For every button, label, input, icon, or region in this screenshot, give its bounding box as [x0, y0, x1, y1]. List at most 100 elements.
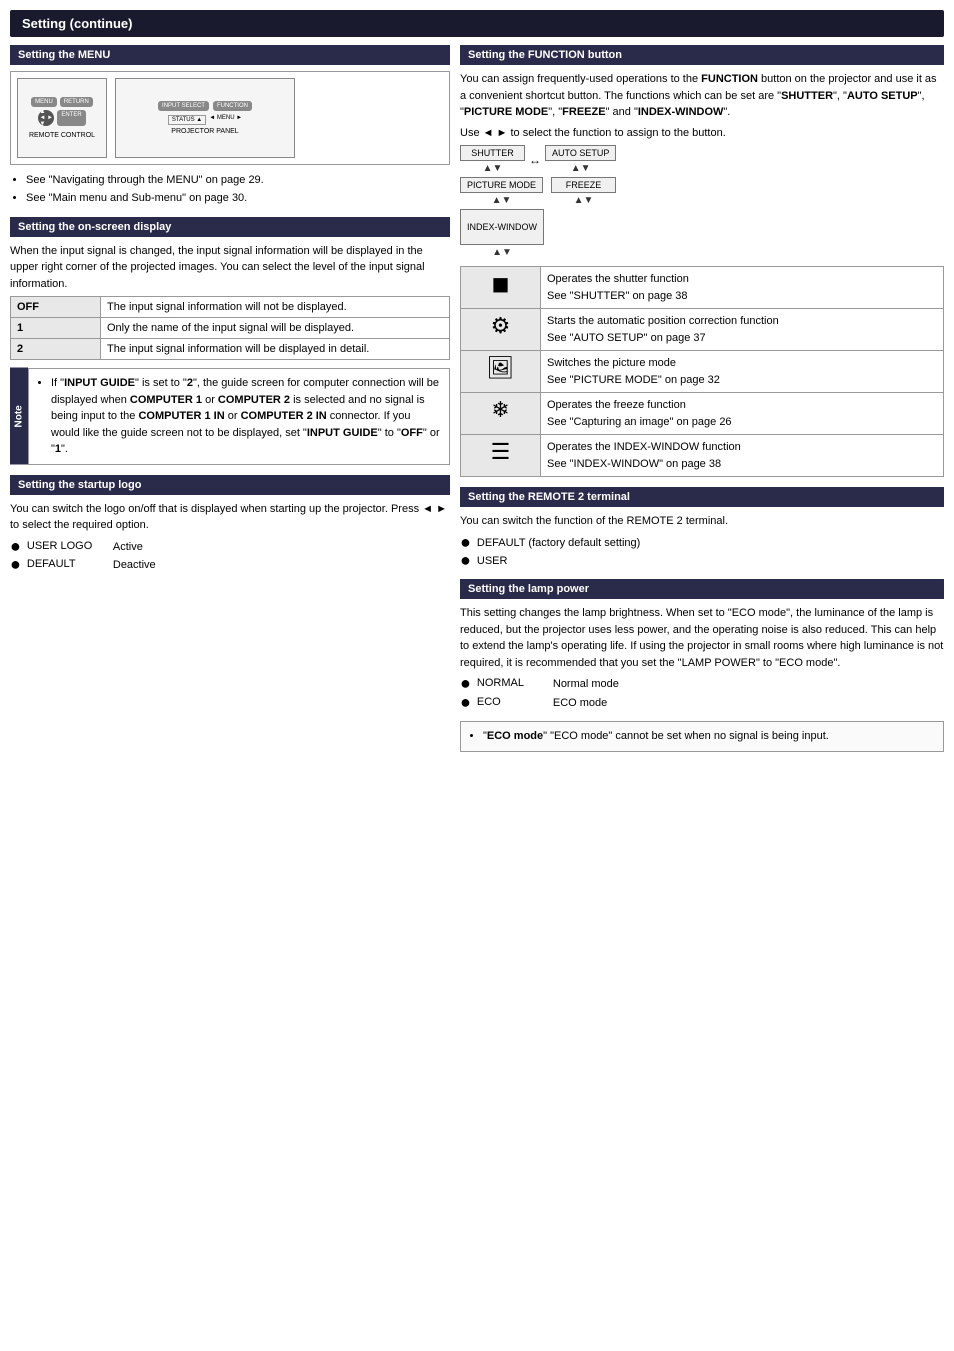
autosetup-icon: ⚙ — [491, 313, 511, 338]
proj-function: FUNCTION — [213, 101, 252, 111]
assign-box-autosetup: AUTO SETUP — [545, 145, 616, 161]
func-row-picturemode: 🖼 Switches the picture mode See "PICTURE… — [461, 351, 944, 393]
menu-bullet-list: See "Navigating through the MENU" on pag… — [26, 173, 450, 207]
menu-bullet-2: See "Main menu and Sub-menu" on page 30. — [26, 191, 450, 206]
bullet-dot-1: ● — [10, 537, 21, 555]
lamp-note-item: "ECO mode" "ECO mode" cannot be set when… — [483, 728, 935, 745]
lamp-body: This setting changes the lamp brightness… — [460, 605, 944, 671]
proj-info: STATUS ▲ — [168, 115, 206, 125]
proj-input-select: INPUT SELECT — [158, 101, 209, 111]
top-bar-title: Setting (continue) — [22, 16, 133, 31]
lamp-note-list: "ECO mode" "ECO mode" cannot be set when… — [483, 728, 935, 745]
remote-image-area: MENU RETURN ▲◄ ►▼ ENTER REMOTE CONTROL I… — [10, 71, 450, 165]
remote2-desc-2: USER — [477, 554, 508, 569]
projector-panel-img: INPUT SELECT FUNCTION STATUS ▲ ◄ MENU ► … — [115, 78, 295, 158]
proj-buttons-top: INPUT SELECT FUNCTION — [158, 101, 252, 111]
lamp-dot-1: ● — [460, 674, 471, 692]
table-row: 2 The input signal information will be d… — [11, 339, 450, 360]
lamp-options: ● NORMAL Normal mode ● ECO ECO mode — [460, 677, 944, 711]
autosetup-desc: Starts the automatic position correction… — [541, 309, 944, 351]
assign-row-2: PICTURE MODE ▲▼ FREEZE ▲▼ — [460, 177, 944, 206]
remote2-section: Setting the REMOTE 2 terminal You can sw… — [460, 487, 944, 569]
func-row-freeze: ❄ Operates the freeze function See "Capt… — [461, 393, 944, 435]
proj-label: PROJECTOR PANEL — [171, 128, 238, 135]
osd-note: Note If "INPUT GUIDE" is set to "2", the… — [10, 368, 450, 465]
lamp-label-2: ECO — [477, 696, 547, 708]
shutter-desc: Operates the shutter function See "SHUTT… — [541, 267, 944, 309]
logo-desc-2: Deactive — [113, 558, 156, 573]
logo-options: ● USER LOGO Active ● DEFAULT Deactive — [10, 540, 450, 574]
logo-desc-1: Active — [113, 540, 143, 555]
freeze-desc: Operates the freeze function See "Captur… — [541, 393, 944, 435]
main-content: Setting the MENU MENU RETURN ▲◄ ►▼ ENTER — [10, 45, 944, 1341]
assign-row-3: INDEX-WINDOW ▲▼ — [460, 209, 944, 258]
lamp-note: "ECO mode" "ECO mode" cannot be set when… — [460, 721, 944, 752]
updown-3: ▲▼ — [492, 195, 512, 206]
picturemode-icon-cell: 🖼 — [461, 351, 541, 393]
remote2-body: You can switch the function of the REMOT… — [460, 513, 944, 530]
logo-label-2: DEFAULT — [27, 558, 107, 570]
page: Setting (continue) Setting the MENU MENU… — [0, 0, 954, 1351]
function-body2: Use ◄ ► to select the function to assign… — [460, 125, 944, 142]
shutter-icon: ◼ — [491, 271, 509, 296]
picturemode-desc: Switches the picture mode See "PICTURE M… — [541, 351, 944, 393]
osd-section-header: Setting the on-screen display — [10, 217, 450, 237]
assign-visual: SHUTTER ▲▼ ↔ AUTO SETUP ▲▼ PICTURE MODE — [460, 145, 944, 258]
lamp-option-1: ● NORMAL Normal mode — [460, 677, 944, 692]
function-section: Setting the FUNCTION button You can assi… — [460, 45, 944, 477]
function-section-header: Setting the FUNCTION button — [460, 45, 944, 65]
menu-bullet-1: See "Navigating through the MENU" on pag… — [26, 173, 450, 188]
lamp-note-box: "ECO mode" "ECO mode" cannot be set when… — [460, 721, 944, 752]
assign-box-shutter: SHUTTER — [460, 145, 525, 161]
logo-section: Setting the startup logo You can switch … — [10, 475, 450, 574]
dpad: ▲◄ ►▼ — [38, 110, 54, 126]
logo-option-2: ● DEFAULT Deactive — [10, 558, 450, 573]
osd-1-desc: Only the name of the input signal will b… — [101, 318, 450, 339]
remote2-dot-1: ● — [460, 533, 471, 551]
osd-2-desc: The input signal information will be dis… — [101, 339, 450, 360]
menu-btn: MENU — [31, 97, 57, 107]
updown-1: ▲▼ — [483, 163, 503, 174]
osd-body: When the input signal is changed, the in… — [10, 243, 450, 293]
remote2-section-header: Setting the REMOTE 2 terminal — [460, 487, 944, 507]
osd-table: OFF The input signal information will no… — [10, 296, 450, 360]
remote-control-img: MENU RETURN ▲◄ ►▼ ENTER REMOTE CONTROL — [17, 78, 107, 158]
remote2-option-1: ● DEFAULT (factory default setting) — [460, 536, 944, 551]
func-row-index: ☰ Operates the INDEX-WINDOW function See… — [461, 435, 944, 477]
remote2-dot-2: ● — [460, 551, 471, 569]
enter-btn: ENTER — [57, 110, 85, 126]
lamp-desc-2: ECO mode — [553, 696, 607, 711]
logo-section-header: Setting the startup logo — [10, 475, 450, 495]
autosetup-icon-cell: ⚙ — [461, 309, 541, 351]
assign-box-index: INDEX-WINDOW — [460, 209, 544, 245]
updown-4: ▲▼ — [574, 195, 594, 206]
index-icon: ☰ — [491, 439, 511, 464]
lamp-section: Setting the lamp power This setting chan… — [460, 579, 944, 751]
osd-2-label: 2 — [11, 339, 101, 360]
menu-section: Setting the MENU MENU RETURN ▲◄ ►▼ ENTER — [10, 45, 450, 207]
assign-box-freeze: FREEZE — [551, 177, 616, 193]
index-desc: Operates the INDEX-WINDOW function See "… — [541, 435, 944, 477]
note-label: Note — [10, 368, 28, 465]
picturemode-icon: 🖼 — [487, 355, 515, 380]
proj-display: STATUS ▲ ◄ MENU ► — [168, 115, 242, 125]
func-row-shutter: ◼ Operates the shutter function See "SHU… — [461, 267, 944, 309]
table-row: OFF The input signal information will no… — [11, 297, 450, 318]
menu-section-header: Setting the MENU — [10, 45, 450, 65]
osd-1-label: 1 — [11, 318, 101, 339]
shutter-icon-cell: ◼ — [461, 267, 541, 309]
right-column: Setting the FUNCTION button You can assi… — [460, 45, 944, 1341]
lamp-desc-1: Normal mode — [553, 677, 619, 692]
remote2-desc-1: DEFAULT (factory default setting) — [477, 536, 640, 551]
return-btn: RETURN — [60, 97, 93, 107]
left-column: Setting the MENU MENU RETURN ▲◄ ►▼ ENTER — [10, 45, 450, 1341]
function-body: You can assign frequently-used operation… — [460, 71, 944, 121]
freeze-icon-cell: ❄ — [461, 393, 541, 435]
osd-off-desc: The input signal information will not be… — [101, 297, 450, 318]
osd-section: Setting the on-screen display When the i… — [10, 217, 450, 465]
table-row: 1 Only the name of the input signal will… — [11, 318, 450, 339]
logo-option-1: ● USER LOGO Active — [10, 540, 450, 555]
arrow-right-1: ↔ — [529, 153, 541, 167]
function-table: ◼ Operates the shutter function See "SHU… — [460, 266, 944, 477]
assign-row-1: SHUTTER ▲▼ ↔ AUTO SETUP ▲▼ — [460, 145, 944, 174]
